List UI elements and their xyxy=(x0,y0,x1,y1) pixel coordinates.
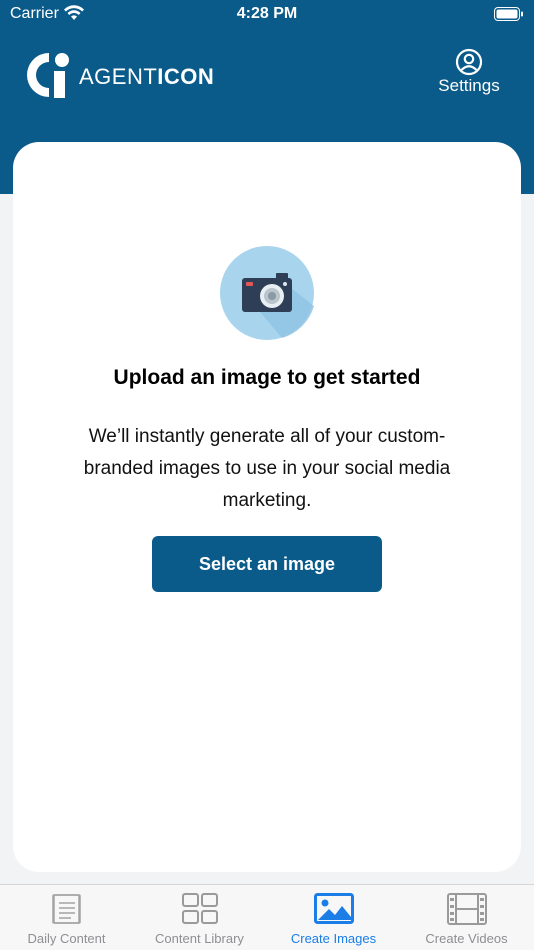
settings-button[interactable]: Settings xyxy=(430,48,508,100)
tab-create-images[interactable]: Create Images xyxy=(267,885,400,950)
tab-label-content-library: Content Library xyxy=(155,931,244,946)
select-image-button[interactable]: Select an image xyxy=(152,536,382,592)
settings-label: Settings xyxy=(438,76,500,95)
tab-content-library[interactable]: Content Library xyxy=(133,885,266,950)
film-icon xyxy=(446,893,487,925)
tab-label-daily-content: Daily Content xyxy=(27,931,106,946)
tab-label-create-images: Create Images xyxy=(290,931,377,946)
camera-icon xyxy=(220,246,314,340)
status-time: 4:28 PM xyxy=(236,5,298,22)
tab-create-videos[interactable]: Create Videos xyxy=(400,885,533,950)
logo-mark-icon xyxy=(27,53,69,98)
logo-icon-text: ICON xyxy=(157,64,215,89)
logo-agent-text: AGENT xyxy=(79,64,158,89)
tab-label-create-videos: Create Videos xyxy=(425,931,508,946)
tab-bar: Daily Content Content Library Create Ima… xyxy=(0,884,534,950)
status-bar: Carrier 4:28 PM xyxy=(0,0,534,28)
upload-title: Upload an image to get started xyxy=(113,366,421,389)
agenticon-logo: AGENTICON xyxy=(25,50,225,100)
tab-daily-content[interactable]: Daily Content xyxy=(0,885,133,950)
daily-content-icon xyxy=(51,894,81,924)
image-icon xyxy=(313,893,354,924)
logo-wordmark: AGENTICON xyxy=(79,64,214,90)
grid-icon xyxy=(181,893,218,924)
battery-icon xyxy=(494,7,524,26)
user-profile-icon xyxy=(455,48,483,76)
upload-description: We’ll instantly generate all of your cus… xyxy=(83,426,451,511)
upload-card: Upload an image to get started We’ll ins… xyxy=(13,142,521,872)
